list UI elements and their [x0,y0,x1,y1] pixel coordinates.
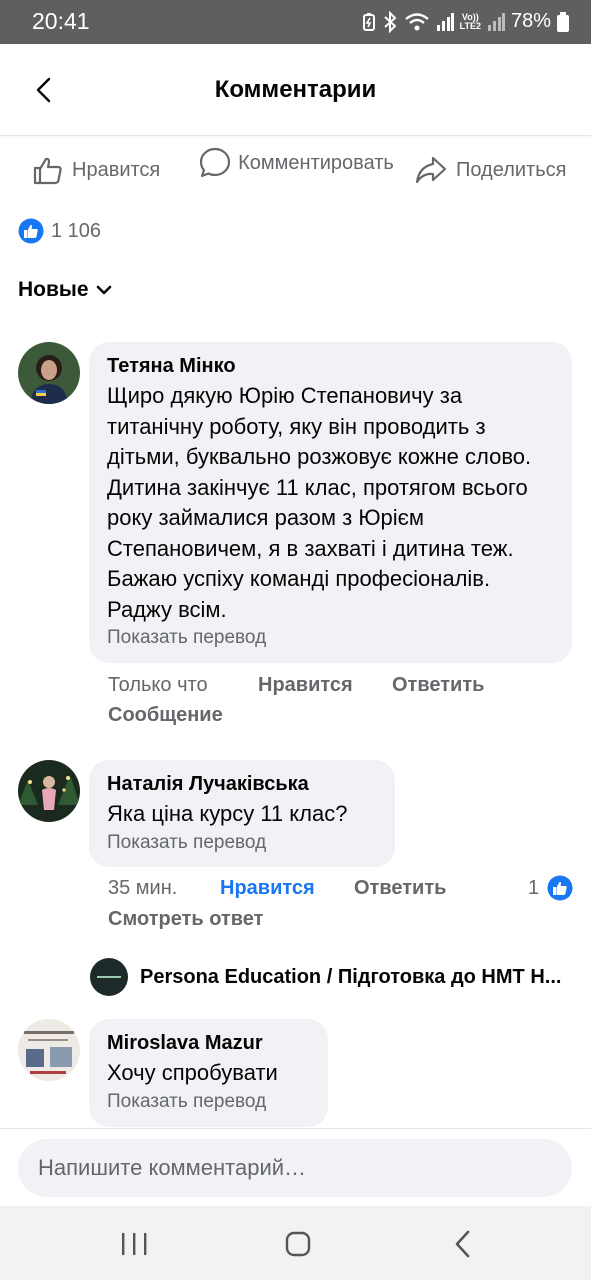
show-translation-link[interactable]: Показать перевод [107,1089,310,1115]
status-bar: 20:41 Vo)) LTE2 78% [0,0,591,44]
signal-icon [436,12,454,31]
lte-indicator: Vo)) LTE2 [459,12,481,31]
avatar[interactable] [18,342,80,404]
like-button[interactable]: Нравится [32,154,160,186]
lte-label: LTE2 [459,20,481,31]
show-translation-link[interactable]: Показать перевод [107,830,377,856]
comment-bubble[interactable]: Наталія Лучаківська Яка ціна курсу 11 кл… [89,760,395,867]
avatar[interactable] [18,760,80,822]
battery-saver-icon [362,12,375,31]
comment-author[interactable]: Тетяна Мінко [107,353,554,379]
header: Комментарии [0,44,591,136]
comment-reply-button[interactable]: Ответить [392,674,484,697]
home-icon[interactable] [278,1228,318,1260]
recent-apps-icon[interactable] [114,1228,154,1260]
comment-meta: Только что Нравится Ответить Сообщение [108,674,568,734]
comment-time: Только что [108,674,208,696]
reactions-count: 1 106 [51,219,102,242]
chevron-down-icon [96,285,111,295]
show-translation-link[interactable]: Показать перевод [107,625,554,651]
bluetooth-icon [383,10,397,33]
reactions-summary[interactable]: 1 106 [18,218,101,244]
avatar-photo [18,760,80,822]
comment-button[interactable]: Комментировать [198,146,396,180]
like-reaction-icon [18,218,44,244]
avatar-photo [18,1019,80,1081]
share-arrow-icon [415,156,447,184]
share-button[interactable]: Поделиться [414,154,566,186]
comment-text: Щиро дякую Юрію Степановичу за титанічну… [107,383,532,622]
like-label: Нравится [72,158,161,181]
comment-bubble[interactable]: Тетяна Мінко Щиро дякую Юрію Степановичу… [89,342,572,663]
back-icon[interactable] [444,1228,484,1260]
comment-like-button[interactable]: Нравится [220,877,315,900]
page-title: Комментарии [214,76,377,103]
comment-text: Хочу спробувати [107,1060,278,1085]
page-avatar [90,958,128,996]
comment-meta: 35 мин. Нравится Ответить 1 Смотреть отв… [108,875,574,937]
sort-label: Новые [18,278,89,301]
like-reaction-icon[interactable] [547,875,573,901]
comment-like-button[interactable]: Нравится [258,674,353,697]
post-actions: Нравится Комментировать Поделиться [0,146,591,196]
comment-composer [0,1128,591,1206]
comment-text: Яка ціна курсу 11 клас? [107,801,348,826]
comment-input[interactable] [18,1139,572,1197]
reply-preview[interactable]: Persona Education / Підготовка до НМТ Н.… [90,958,561,996]
view-reply-link[interactable]: Смотреть ответ [108,908,263,931]
sort-dropdown[interactable]: Новые [18,278,113,302]
system-nav-bar [0,1206,591,1280]
share-label: Поделиться [456,158,567,181]
comment-time: 35 мин. [108,877,178,899]
battery-percent: 78% [510,10,551,32]
comment-reply-button[interactable]: Ответить [354,877,446,900]
thumbs-up-icon [33,157,62,185]
comment-label: Комментировать [238,152,394,174]
reply-preview-text: Persona Education / Підготовка до НМТ Н.… [140,965,562,988]
battery-icon [557,11,569,32]
wifi-icon [404,12,429,30]
comment-author[interactable]: Miroslava Mazur [107,1030,310,1056]
avatar[interactable] [18,1019,80,1081]
comment-message-button[interactable]: Сообщение [108,704,223,727]
comment-likes-count[interactable]: 1 [528,877,539,900]
comment-bubble-icon [199,147,231,178]
signal-2-icon [487,12,505,31]
comment-bubble[interactable]: Miroslava Mazur Хочу спробувати Показать… [89,1019,328,1127]
status-icons: Vo)) LTE2 78% [362,10,569,33]
status-time: 20:41 [32,8,90,34]
avatar-photo [18,342,80,404]
comment-author[interactable]: Наталія Лучаківська [107,771,377,797]
persona-logo-icon [97,976,121,978]
